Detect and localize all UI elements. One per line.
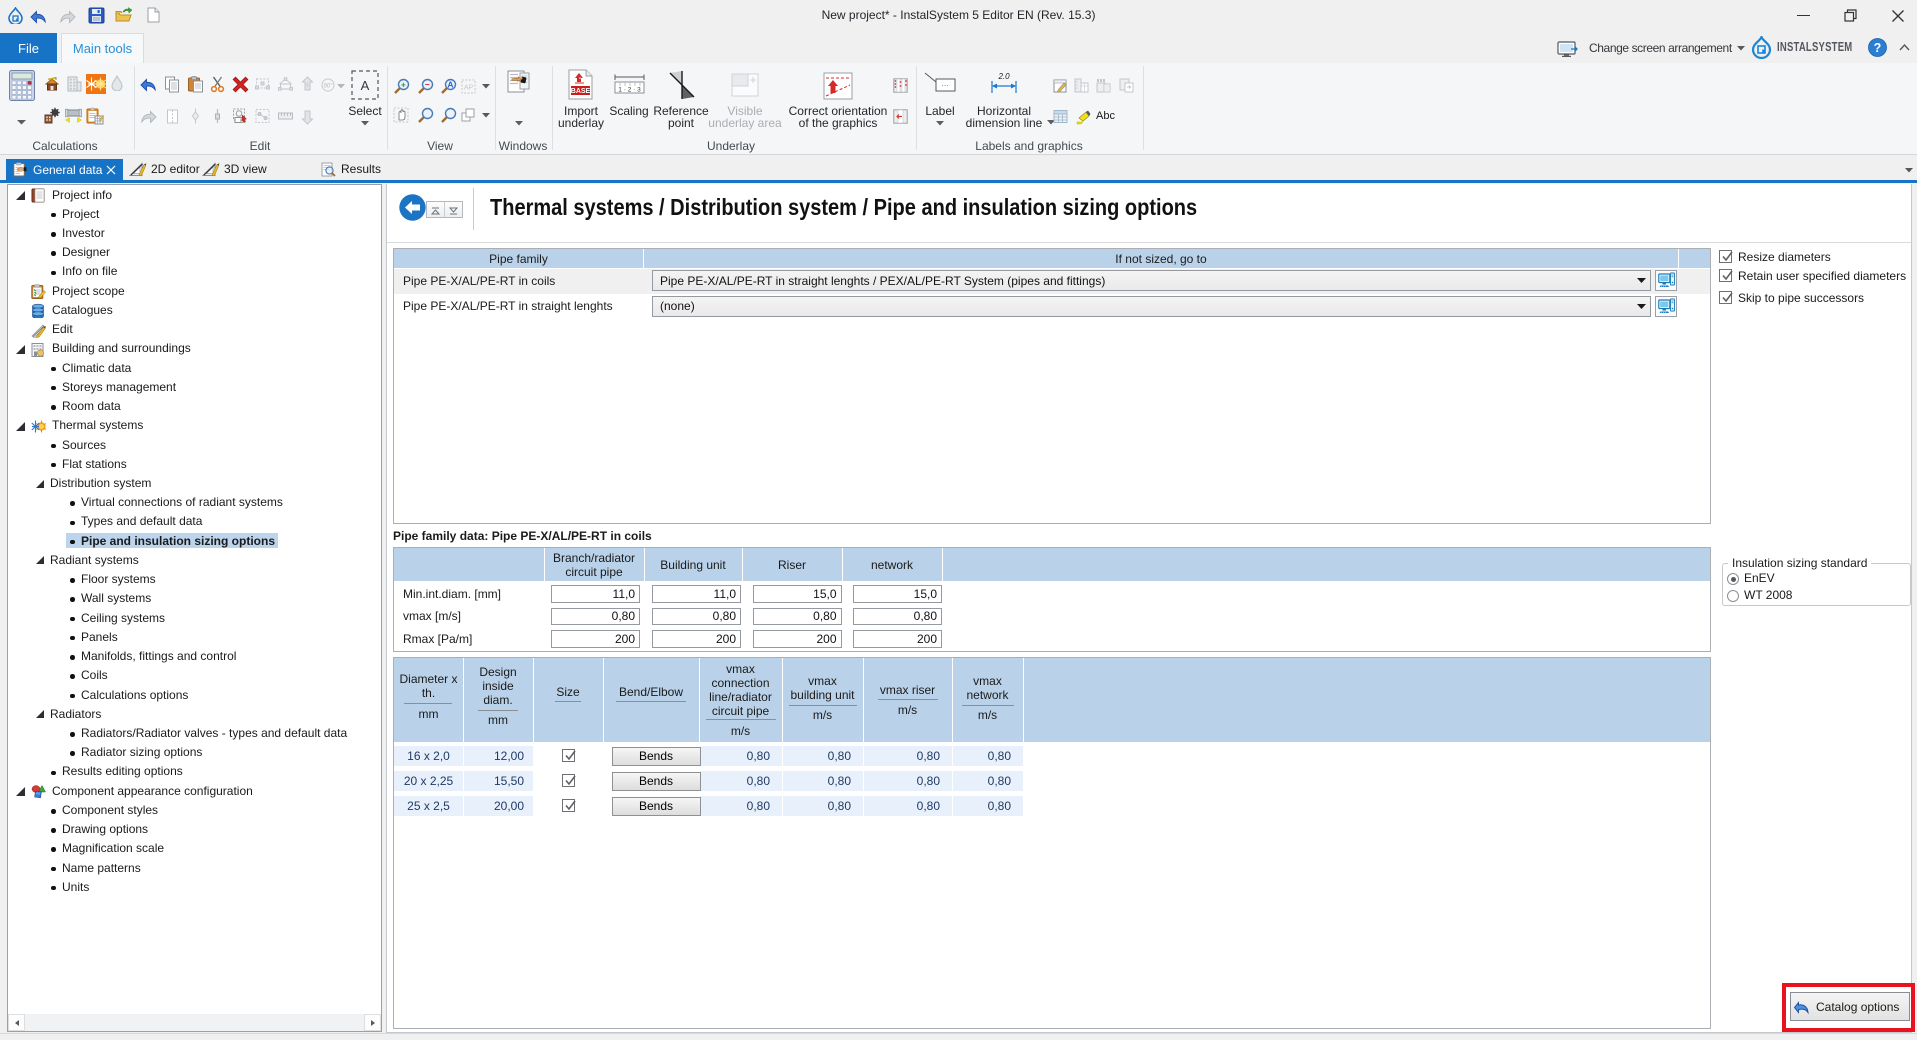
svg-text:−: − — [425, 80, 430, 90]
svg-text:···: ··· — [942, 83, 949, 90]
svg-text:1 · 2 · 3: 1 · 2 · 3 — [618, 87, 641, 94]
svg-text:BASE: BASE — [571, 88, 591, 95]
svg-text:?: ? — [1874, 41, 1882, 55]
svg-text:A: A — [361, 78, 370, 93]
svg-text:90°: 90° — [323, 84, 333, 90]
svg-text:+: + — [401, 80, 406, 90]
svg-text:AP: AP — [464, 85, 474, 92]
svg-text:A: A — [447, 80, 453, 90]
svg-text:2.0: 2.0 — [997, 72, 1010, 81]
